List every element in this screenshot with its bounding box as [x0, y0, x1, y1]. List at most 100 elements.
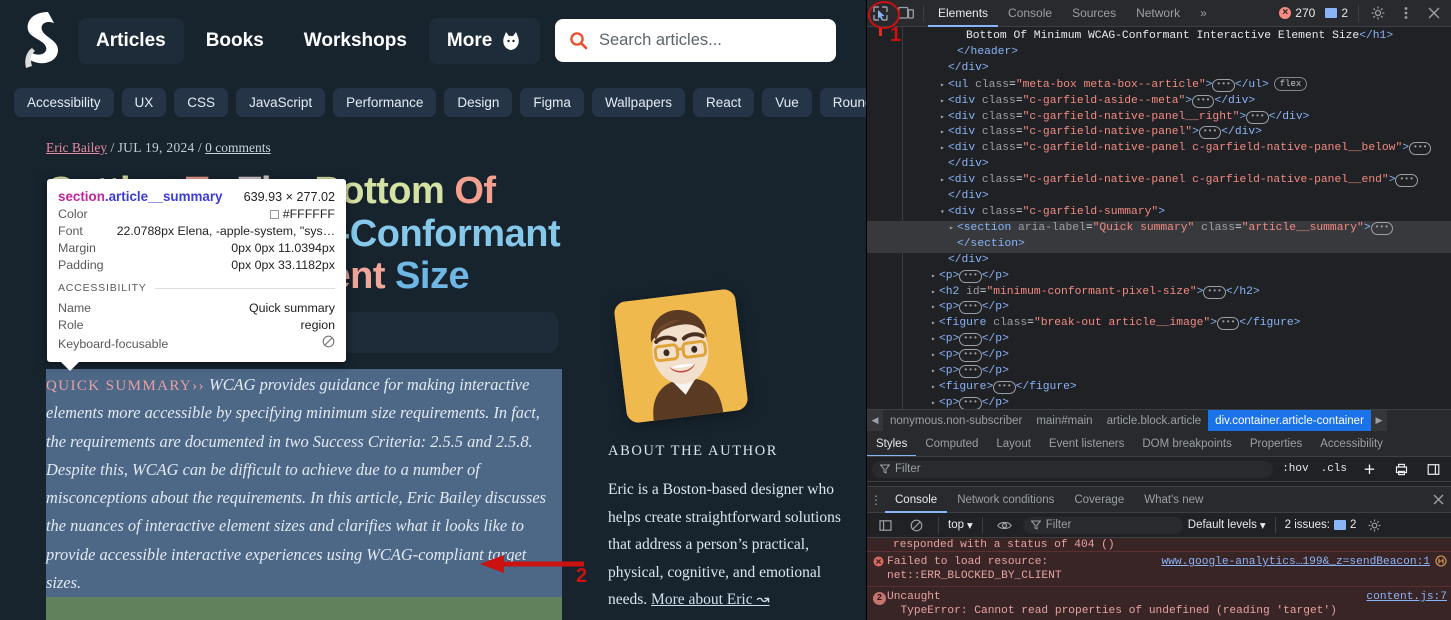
dom-node-line[interactable]: ▸ <h2 id="minimum-conformant-pixel-size">…	[867, 285, 1451, 301]
new-style-rule-button[interactable]	[1356, 456, 1382, 482]
tab-layout[interactable]: Layout	[987, 431, 1040, 456]
expand-arrow-icon[interactable]: ▸	[940, 110, 948, 126]
expand-arrow-icon[interactable]: ▸	[931, 396, 939, 409]
tab-styles[interactable]: Styles	[867, 431, 916, 456]
search-box[interactable]	[555, 19, 836, 62]
tag-wallpapers[interactable]: Wallpapers	[591, 87, 685, 117]
breadcrumb-scroll-left[interactable]: ◀	[867, 410, 883, 431]
expand-arrow-icon[interactable]: ▸	[940, 94, 948, 110]
tag-performance[interactable]: Performance	[333, 87, 437, 117]
tag-vue[interactable]: Vue	[762, 87, 812, 117]
dom-node-line[interactable]: ▸ <p> ••• </p>	[867, 332, 1451, 348]
tag-figma[interactable]: Figma	[520, 87, 584, 117]
more-about-eric-link[interactable]: More about Eric ↝	[651, 591, 769, 608]
more-options-button[interactable]	[1393, 0, 1419, 26]
console-filter-input[interactable]: Filter	[1022, 516, 1183, 534]
expand-arrow-icon[interactable]: ▸	[940, 125, 948, 141]
nav-item-workshops[interactable]: Workshops	[286, 18, 425, 64]
close-drawer-button[interactable]	[1425, 487, 1451, 513]
styles-filter-input[interactable]: Filter	[872, 460, 1274, 478]
live-expression-button[interactable]	[992, 512, 1018, 538]
expand-arrow-icon[interactable]: ▸	[931, 316, 939, 332]
dom-node-line[interactable]: ▸ <p> ••• </p>	[867, 300, 1451, 316]
drawer-tab-whats-new[interactable]: What's new	[1134, 487, 1213, 513]
cls-toggle-button[interactable]: .cls	[1318, 463, 1350, 475]
dom-node-line[interactable]: ▸ <div class="c-garfield-native-panel c-g…	[867, 141, 1451, 157]
expand-arrow-icon[interactable]: ▸	[931, 380, 939, 396]
dom-node-line[interactable]: Bottom Of Minimum WCAG-Conformant Intera…	[867, 29, 1451, 45]
settings-button[interactable]	[1365, 0, 1391, 26]
expand-arrow-icon[interactable]: ▸	[940, 141, 948, 157]
tab-computed[interactable]: Computed	[916, 431, 987, 456]
dom-node-line[interactable]: ▸ <div class="c-garfield-aside--meta"> •••…	[867, 94, 1451, 110]
expand-arrow-icon[interactable]: ▾	[940, 205, 948, 221]
expand-arrow-icon[interactable]: ▸	[949, 221, 957, 237]
tag-css[interactable]: CSS	[174, 87, 229, 117]
tab-sources[interactable]: Sources	[1062, 0, 1126, 27]
dom-node-line[interactable]: ▸ <p> ••• </p>	[867, 396, 1451, 409]
print-styles-button[interactable]	[1388, 456, 1414, 482]
console-error-2-source[interactable]: content.js:7	[1360, 590, 1447, 618]
tag-design[interactable]: Design	[444, 87, 513, 117]
drawer-tab-network-conditions[interactable]: Network conditions	[947, 487, 1064, 513]
smashing-magazine-logo[interactable]	[18, 10, 64, 72]
tag-javascript[interactable]: JavaScript	[236, 87, 326, 117]
tag-ux[interactable]: UX	[121, 87, 167, 117]
expand-arrow-icon[interactable]: ▸	[931, 285, 939, 301]
dom-node-line[interactable]: </div>	[867, 253, 1451, 269]
nav-item-articles[interactable]: Articles	[78, 18, 184, 64]
breadcrumb-item-container[interactable]: div.container.article-container	[1208, 410, 1371, 431]
search-input[interactable]	[599, 31, 822, 50]
tab-dom-breakpoints[interactable]: DOM breakpoints	[1133, 431, 1240, 456]
console-error-1-source[interactable]: www.google-analytics…199&_z=sendBeacon:1	[1155, 555, 1430, 583]
expand-arrow-icon[interactable]: ▸	[931, 269, 939, 285]
close-devtools-button[interactable]	[1421, 0, 1447, 26]
dom-node-line[interactable]: </header>	[867, 45, 1451, 61]
expand-arrow-icon[interactable]: ▸	[931, 300, 939, 316]
expand-arrow-icon[interactable]: ▸	[931, 332, 939, 348]
console-settings-button[interactable]	[1361, 512, 1387, 538]
dom-node-line[interactable]: </div>	[867, 189, 1451, 205]
dom-node-line[interactable]: ▸ <p> ••• </p>	[867, 364, 1451, 380]
tab-elements[interactable]: Elements	[928, 0, 998, 27]
byline-comments-link[interactable]: 0 comments	[205, 140, 271, 155]
dom-node-line[interactable]: ▸ <div class="c-garfield-native-panel c-g…	[867, 173, 1451, 189]
nav-item-more[interactable]: More	[428, 18, 541, 64]
nav-item-books[interactable]: Books	[188, 18, 282, 64]
toggle-sidebar-button[interactable]	[1420, 456, 1446, 482]
dom-node-line[interactable]: ▸ <ul class="meta-box meta-box--article">…	[867, 76, 1451, 94]
tab-network[interactable]: Network	[1126, 0, 1190, 27]
tab-accessibility[interactable]: Accessibility	[1311, 431, 1392, 456]
expand-arrow-icon[interactable]: ▸	[931, 348, 939, 364]
tag-round-ups[interactable]: Round-Ups	[819, 87, 866, 117]
expand-arrow-icon[interactable]: ▸	[940, 173, 948, 189]
dom-node-line[interactable]: ▸ <div class="c-garfield-native-panel"> ••…	[867, 125, 1451, 141]
dom-node-line[interactable]: ▸ <div class="c-garfield-native-panel__ri…	[867, 110, 1451, 126]
console-issues-badge[interactable]: 2 issues: 2	[1285, 519, 1357, 531]
dom-node-line[interactable]: </section>	[867, 236, 1451, 253]
expand-arrow-icon[interactable]: ▸	[931, 364, 939, 380]
drawer-menu-button[interactable]: ⋮	[867, 493, 885, 507]
dom-node-line[interactable]: </div>	[867, 61, 1451, 77]
breadcrumb-item-main[interactable]: main#main	[1029, 410, 1099, 431]
tab-properties[interactable]: Properties	[1241, 431, 1311, 456]
breadcrumb-item-article[interactable]: article.block.article	[1100, 410, 1209, 431]
dom-node-line[interactable]: ▸ <figure> ••• </figure>	[867, 380, 1451, 396]
clear-console-button[interactable]	[903, 512, 929, 538]
dom-node-line[interactable]: ▸ <p> ••• </p>	[867, 269, 1451, 285]
breadcrumb-item-anonymous[interactable]: nonymous.non-subscriber	[883, 410, 1029, 431]
dom-node-line[interactable]: </div>	[867, 157, 1451, 173]
error-count-badge[interactable]: × 270	[1275, 6, 1319, 20]
console-context-selector[interactable]: top ▾	[948, 518, 973, 532]
more-tabs-button[interactable]: »	[1190, 0, 1217, 27]
message-count-badge[interactable]: 2	[1321, 6, 1352, 20]
tag-accessibility[interactable]: Accessibility	[14, 87, 114, 117]
dom-node-line[interactable]: ▸ <figure class="break-out article__image…	[867, 316, 1451, 332]
tag-react[interactable]: React	[692, 87, 755, 117]
tab-event-listeners[interactable]: Event listeners	[1040, 431, 1133, 456]
console-log[interactable]: responded with a status of 404 () Failed…	[867, 538, 1451, 620]
byline-author-link[interactable]: Eric Bailey	[46, 140, 107, 155]
expand-arrow-icon[interactable]: ▸	[940, 78, 948, 94]
console-levels-selector[interactable]: Default levels ▾	[1188, 518, 1266, 532]
drawer-tab-coverage[interactable]: Coverage	[1064, 487, 1134, 513]
